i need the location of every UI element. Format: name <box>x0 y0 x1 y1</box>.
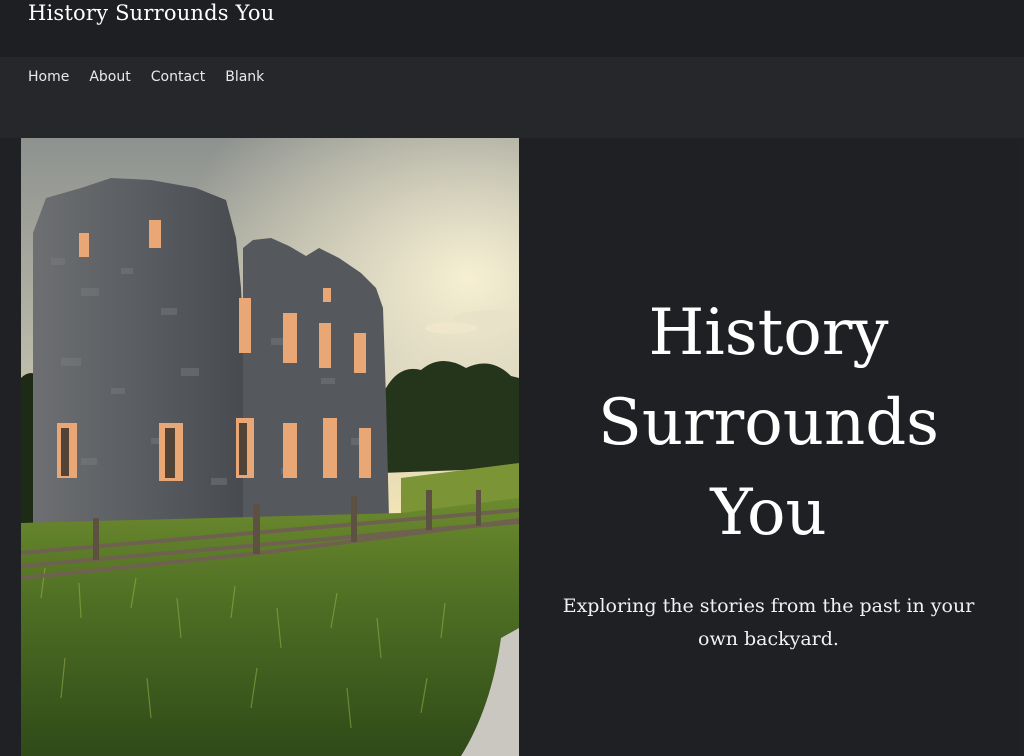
nav-item-home: Home <box>28 68 69 86</box>
nav-link-home[interactable]: Home <box>28 69 69 85</box>
hero-heading: History Surrounds You <box>597 296 940 550</box>
hero-subheading: Exploring the stories from the past in y… <box>562 595 975 650</box>
site-title[interactable]: History Surrounds You <box>28 0 274 28</box>
hero-image <box>21 138 519 756</box>
nav-link-contact[interactable]: Contact <box>151 69 205 85</box>
site-header: History Surrounds You <box>0 0 1024 57</box>
ruin-illustration <box>21 138 519 756</box>
hero-text-panel: History Surrounds You Exploring the stor… <box>519 138 1018 756</box>
nav-link-blank[interactable]: Blank <box>225 69 264 85</box>
nav-item-contact: Contact <box>151 68 205 86</box>
main-nav: Home About Contact Blank <box>0 57 1024 138</box>
nav-item-blank: Blank <box>225 68 264 86</box>
nav-list: Home About Contact Blank <box>28 68 264 86</box>
nav-item-about: About <box>89 68 130 86</box>
hero-section: History Surrounds You Exploring the stor… <box>21 138 1018 756</box>
nav-link-about[interactable]: About <box>89 69 130 85</box>
